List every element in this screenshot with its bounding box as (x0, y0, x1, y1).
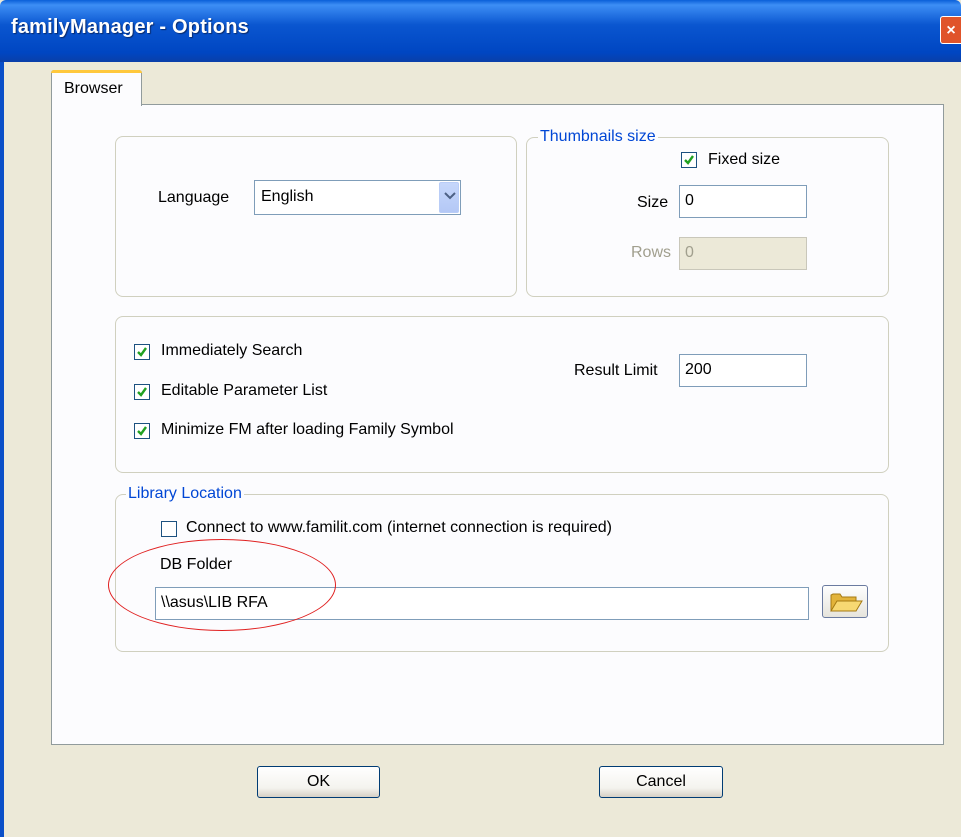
language-select[interactable]: English (254, 180, 461, 215)
title-bar: familyManager - Options × (0, 0, 961, 62)
library-location-legend: Library Location (126, 485, 244, 503)
editable-parameter-list-checkbox[interactable] (134, 384, 150, 400)
check-icon (137, 426, 147, 436)
window-border-left (0, 62, 4, 837)
tab-browser-label: Browser (64, 80, 123, 97)
thumbnails-size-legend: Thumbnails size (538, 128, 658, 146)
tab-browser[interactable]: Browser (51, 70, 142, 106)
language-label: Language (158, 189, 230, 206)
immediately-search-label: Immediately Search (161, 342, 303, 359)
language-dropdown-button[interactable] (439, 182, 459, 213)
size-input[interactable]: 0 (679, 185, 807, 218)
minimize-fm-checkbox[interactable] (134, 423, 150, 439)
db-folder-input[interactable]: \\asus\LIB RFA (155, 587, 809, 620)
browse-folder-button[interactable] (822, 585, 868, 618)
rows-input: 0 (679, 237, 807, 270)
window-title: familyManager - Options (11, 16, 249, 38)
immediately-search-checkbox[interactable] (134, 344, 150, 360)
language-selected-value: English (261, 188, 314, 205)
connect-familit-label: Connect to www.familit.com (internet con… (186, 519, 612, 536)
close-button[interactable]: × (940, 16, 961, 44)
editable-parameter-list-label: Editable Parameter List (161, 382, 328, 399)
connect-familit-checkbox[interactable] (161, 521, 177, 537)
minimize-fm-label: Minimize FM after loading Family Symbol (161, 421, 454, 438)
check-icon (684, 155, 694, 165)
check-icon (137, 387, 147, 397)
result-limit-input[interactable]: 200 (679, 354, 807, 387)
rows-label: Rows (631, 244, 672, 261)
cancel-button[interactable]: Cancel (599, 766, 723, 798)
folder-open-icon (830, 593, 863, 612)
language-group (115, 136, 517, 297)
ok-button[interactable]: OK (257, 766, 380, 798)
size-label: Size (637, 194, 669, 211)
close-icon: × (946, 22, 956, 39)
result-limit-label: Result Limit (574, 362, 658, 379)
check-icon (137, 347, 147, 357)
fixed-size-label: Fixed size (708, 151, 781, 168)
fixed-size-checkbox[interactable] (681, 152, 697, 168)
db-folder-label: DB Folder (160, 556, 233, 573)
chevron-down-icon (444, 192, 456, 200)
